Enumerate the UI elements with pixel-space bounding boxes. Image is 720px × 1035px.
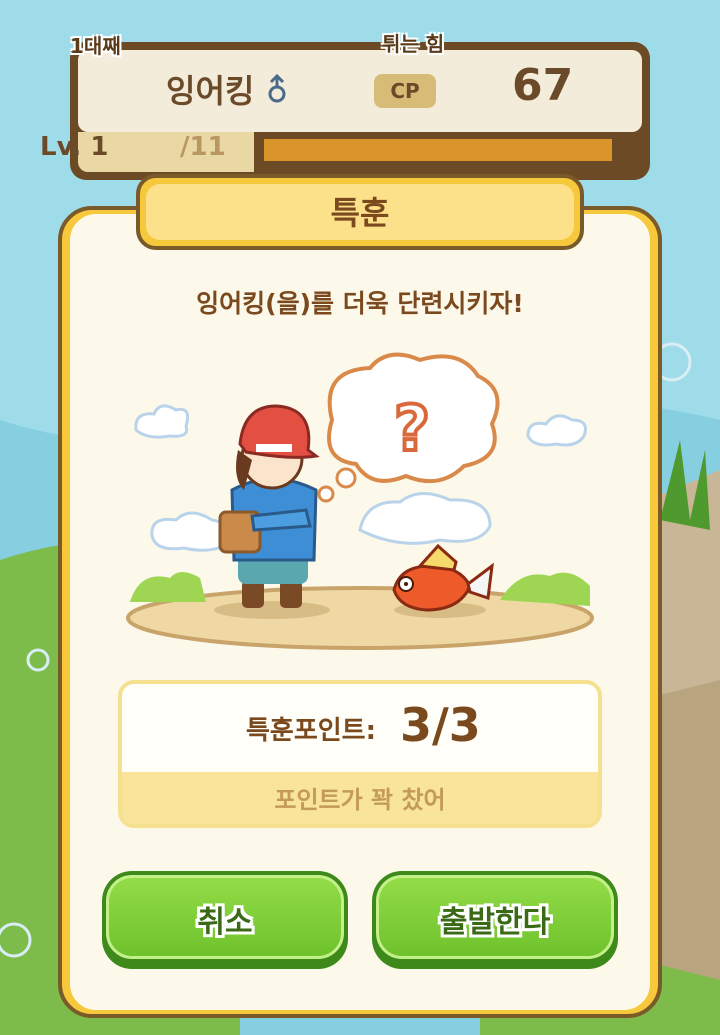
cancel-button[interactable]: 취소 (102, 871, 348, 969)
cp-badge: CP (374, 74, 436, 108)
depart-button[interactable]: 출발한다 (372, 871, 618, 969)
points-value: 3/3 (400, 698, 481, 752)
thought-bubble-icon: ? (317, 352, 500, 503)
male-icon (268, 74, 286, 103)
cancel-button-label: 취소 (197, 905, 253, 940)
depart-button-label: 출발한다 (439, 905, 551, 940)
level-label: Lv. 1 (40, 132, 109, 162)
magikarp-sprite (392, 543, 494, 618)
training-scene-illustration: ? (126, 352, 594, 650)
points-label: 특훈포인트: (246, 716, 376, 746)
points-note: 포인트가 꽉 찼어 (274, 786, 446, 814)
question-mark: ? (394, 392, 430, 465)
xp-bar (264, 139, 612, 161)
pokemon-name: 잉어킹 (166, 72, 255, 110)
xp-bar-fill (264, 139, 612, 161)
trait-tag: 튀는 힘 (382, 32, 445, 56)
dialog-title: 특훈 (330, 194, 390, 232)
level-max: /11 (180, 132, 226, 162)
generation-tag: 1대째 (70, 34, 121, 58)
dialog-message: 잉어킹(을)를 더욱 단련시키자! (196, 289, 524, 318)
cp-value: 67 (512, 60, 574, 111)
